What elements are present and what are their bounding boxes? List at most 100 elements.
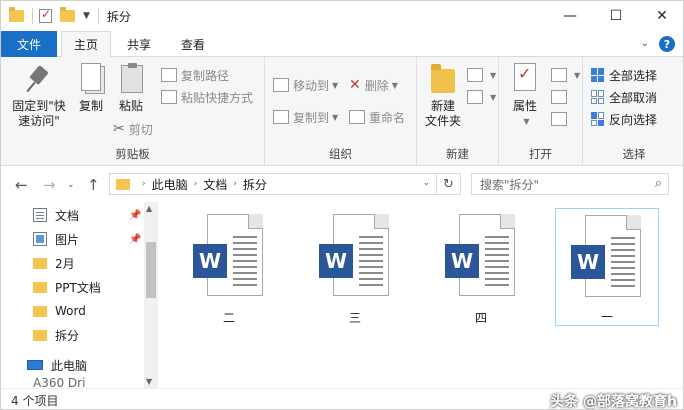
open-group: 属性 ▼ ▼ 打开: [499, 57, 583, 166]
item-count: 4 个项目: [11, 393, 59, 408]
folder-icon: [33, 305, 47, 317]
copy-to-label: 复制到: [293, 110, 330, 125]
nav-item-this-pc[interactable]: 此电脑: [27, 354, 87, 376]
cut-button[interactable]: ✂ 剪切: [113, 119, 153, 139]
nav-item-label: 2月: [55, 256, 75, 271]
tab-share[interactable]: 共享: [117, 31, 161, 57]
maximize-button[interactable]: ☐: [593, 1, 639, 31]
copy-path-icon: [161, 68, 177, 82]
tab-file[interactable]: 文件: [1, 31, 57, 57]
file-item[interactable]: W 二: [177, 208, 281, 326]
invert-selection-button[interactable]: 反向选择: [591, 109, 657, 129]
tab-view[interactable]: 查看: [171, 31, 215, 57]
dropdown-arrow-icon: ▼: [332, 80, 339, 90]
close-button[interactable]: ✕: [639, 1, 683, 31]
open-group-label: 打开: [529, 147, 552, 161]
pin-quick-access-button[interactable]: 固定到"快 速访问": [7, 63, 71, 129]
select-none-label: 全部取消: [609, 90, 658, 105]
collapse-ribbon-chevron-icon[interactable]: ⌄: [641, 38, 649, 49]
scroll-up-arrow-icon[interactable]: ▲: [146, 204, 152, 213]
pin-icon: 📌: [129, 234, 142, 245]
help-icon[interactable]: ?: [659, 36, 675, 52]
address-bar[interactable]: › 此电脑 › 文档 › 拆分 ⌄ ↻: [109, 173, 461, 195]
nav-item-february[interactable]: 2月: [33, 252, 75, 274]
properties-quick-icon[interactable]: [39, 7, 52, 23]
back-arrow-icon[interactable]: ←: [15, 176, 28, 194]
delete-button[interactable]: ✕ 删除 ▼: [349, 75, 398, 95]
clipboard-group: 固定到"快 速访问" 复制 粘贴 复制路径 粘贴快捷方式 ✂ 剪切 剪贴板: [1, 57, 265, 166]
forward-arrow-icon[interactable]: →: [43, 176, 56, 194]
search-input[interactable]: 搜索"拆分" ⌕: [471, 173, 669, 195]
new-folder-quick-icon[interactable]: [60, 7, 75, 22]
status-bar: 4 个项目 头条 @部落窝教育h: [1, 388, 683, 409]
paste-shortcut-button[interactable]: 粘贴快捷方式: [161, 87, 253, 107]
ribbon-tabs: 文件 主页 共享 查看 ⌄ ?: [1, 31, 683, 58]
select-none-icon: [591, 90, 605, 104]
pin-quick-access-label: 固定到"快 速访问": [12, 99, 66, 128]
scrollbar-thumb[interactable]: [146, 242, 156, 298]
nav-item-label: Word: [55, 304, 86, 318]
file-item[interactable]: W 三: [303, 208, 407, 326]
quick-access-toolbar: ▼: [1, 1, 105, 31]
new-folder-button[interactable]: 新建 文件夹: [421, 63, 465, 129]
breadcrumb-separator-icon[interactable]: ›: [233, 179, 237, 189]
file-item[interactable]: W 四: [429, 208, 533, 326]
edit-button[interactable]: [551, 87, 571, 107]
window-controls: — ☐ ✕: [547, 1, 683, 31]
copy-icon: [76, 63, 106, 95]
dropdown-arrow-icon: ▼: [523, 117, 530, 126]
file-name: 四: [474, 311, 487, 325]
nav-item-documents[interactable]: 文档: [33, 204, 79, 226]
history-button[interactable]: [551, 109, 571, 129]
clipboard-group-label: 剪贴板: [115, 147, 150, 161]
new-item-button[interactable]: ▼: [467, 65, 496, 85]
nav-item-pictures[interactable]: 图片: [33, 228, 79, 250]
nav-item-ppt-docs[interactable]: PPT文档: [33, 276, 101, 298]
copy-to-button[interactable]: 复制到 ▼: [273, 107, 338, 127]
scroll-down-arrow-icon[interactable]: ▼: [146, 377, 152, 386]
word-document-icon: W: [571, 215, 643, 297]
word-document-icon: W: [445, 214, 517, 297]
file-name: 三: [348, 311, 361, 325]
paste-shortcut-icon: [161, 90, 177, 104]
ribbon: 固定到"快 速访问" 复制 粘贴 复制路径 粘贴快捷方式 ✂ 剪切 剪贴板 移动…: [1, 57, 683, 166]
breadcrumb-split[interactable]: 拆分: [243, 176, 267, 193]
up-arrow-icon[interactable]: ↑: [87, 176, 100, 194]
move-to-button[interactable]: 移动到 ▼: [273, 75, 338, 95]
rename-button[interactable]: 重命名: [349, 107, 405, 127]
open-button[interactable]: ▼: [551, 65, 580, 85]
file-name: 二: [222, 311, 235, 325]
nav-item-split[interactable]: 拆分: [33, 324, 79, 346]
address-history-chevron-icon[interactable]: ⌄: [422, 178, 430, 188]
folder-icon: [33, 281, 47, 293]
breadcrumb-separator-icon[interactable]: ›: [142, 179, 146, 189]
nav-item-word[interactable]: Word: [33, 300, 86, 322]
breadcrumb-documents[interactable]: 文档: [203, 176, 227, 193]
pin-icon: 📌: [129, 210, 142, 221]
breadcrumb-separator-icon[interactable]: ›: [194, 179, 198, 189]
search-icon: ⌕: [654, 176, 662, 191]
move-to-icon: [273, 78, 289, 92]
copy-path-button[interactable]: 复制路径: [161, 65, 229, 85]
properties-button[interactable]: 属性 ▼: [505, 63, 545, 129]
picture-icon: [33, 232, 47, 246]
easy-access-button[interactable]: ▼: [467, 87, 496, 107]
breadcrumb-this-pc[interactable]: 此电脑: [152, 176, 188, 193]
recent-locations-chevron-icon[interactable]: ⌄: [67, 180, 75, 190]
nav-item-label: 此电脑: [51, 358, 88, 373]
word-document-icon: W: [193, 214, 265, 297]
explorer-window: ▼ 拆分 — ☐ ✕ 文件 主页 共享 查看 ⌄ ? 固定到"快 速访问" 复制: [0, 0, 684, 410]
file-item-selected[interactable]: W 一: [555, 208, 659, 326]
select-none-button[interactable]: 全部取消: [591, 87, 657, 107]
select-all-button[interactable]: 全部选择: [591, 65, 657, 85]
properties-icon: [510, 63, 540, 95]
tab-home[interactable]: 主页: [61, 31, 111, 58]
refresh-icon[interactable]: ↻: [436, 174, 460, 194]
copy-button[interactable]: 复制: [71, 63, 111, 114]
minimize-button[interactable]: —: [547, 1, 593, 31]
select-all-icon: [591, 68, 605, 82]
navigation-scrollbar[interactable]: ▲ ▼: [144, 202, 158, 388]
open-icon: [551, 68, 567, 82]
customize-quick-access-chevron-icon[interactable]: ▼: [83, 11, 90, 21]
paste-button[interactable]: 粘贴: [111, 63, 151, 114]
